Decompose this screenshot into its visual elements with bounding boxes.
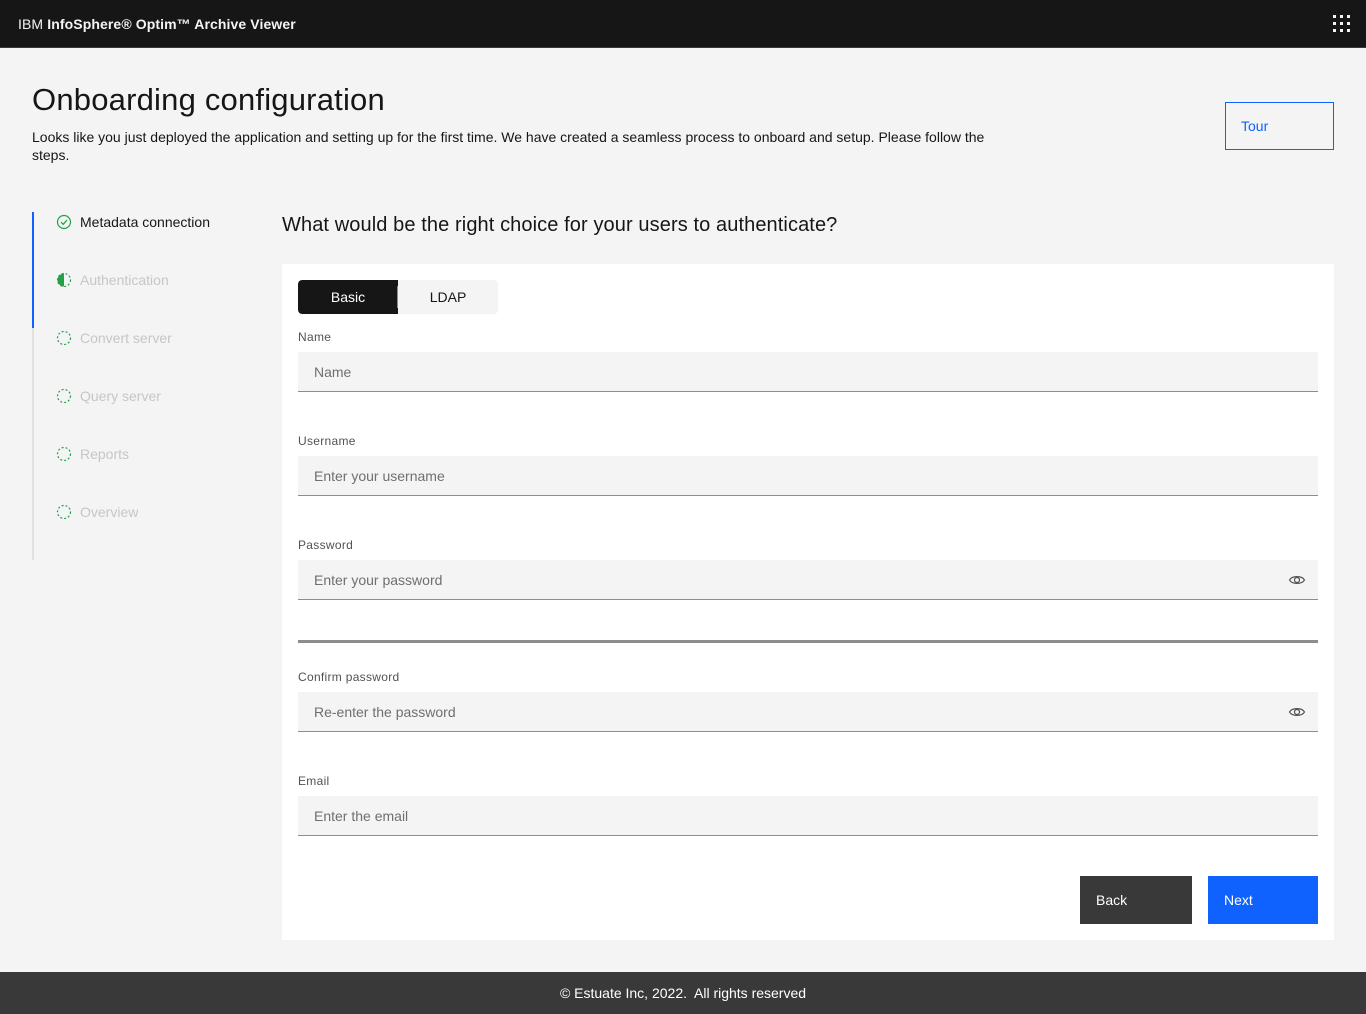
confirm-password-label: Confirm password — [298, 670, 400, 684]
password-input[interactable] — [298, 560, 1318, 600]
step-reports[interactable]: Reports — [56, 442, 129, 466]
step-label: Query server — [80, 388, 161, 404]
copyright-text: © Estuate Inc, 2022. All rights reserved — [559, 985, 807, 1001]
dashed-circle-icon — [56, 388, 72, 404]
next-button[interactable]: Next — [1208, 876, 1318, 924]
step-label: Metadata connection — [80, 214, 210, 230]
auth-question: What would be the right choice for your … — [282, 214, 838, 236]
page-description: Looks like you just deployed the applica… — [32, 129, 985, 163]
password-label: Password — [298, 538, 354, 552]
password-strength-meter — [298, 640, 1318, 643]
product-name: InfoSphere® Optim™ Archive Viewer — [47, 15, 296, 32]
step-label: Overview — [80, 504, 139, 520]
step-query-server[interactable]: Query server — [56, 384, 161, 408]
step-label: Authentication — [80, 272, 169, 288]
step-label: Convert server — [80, 330, 172, 346]
view-password-icon[interactable] — [1288, 571, 1306, 589]
checkmark-outline-icon — [56, 214, 72, 230]
footer: © Estuate Inc, 2022. All rights reserved — [0, 972, 1366, 1014]
back-button[interactable]: Back — [1080, 876, 1192, 924]
page-title: Onboarding configuration — [32, 82, 385, 117]
view-password-icon[interactable] — [1288, 703, 1306, 721]
email-input[interactable] — [298, 796, 1318, 836]
name-label: Name — [298, 330, 332, 344]
step-overview[interactable]: Overview — [56, 500, 138, 524]
dashed-circle-icon — [56, 504, 72, 520]
confirm-password-input[interactable] — [298, 692, 1318, 732]
dashed-circle-icon — [56, 330, 72, 346]
switch-basic[interactable]: Basic — [298, 280, 398, 314]
app-switcher-grid-icon[interactable] — [1332, 14, 1352, 34]
progress-track-active — [32, 212, 34, 328]
step-convert-server[interactable]: Convert server — [56, 326, 172, 350]
auth-type-switcher: Basic LDAP — [298, 280, 498, 314]
progress-indicator: Metadata connection Authentication Conve… — [32, 212, 252, 560]
auth-form-card: Basic LDAP Name Username Password Confir… — [282, 264, 1334, 940]
step-authentication[interactable]: Authentication — [56, 268, 169, 292]
switch-ldap[interactable]: LDAP — [398, 280, 498, 314]
product-brand[interactable]: IBM InfoSphere® Optim™ Archive Viewer — [18, 16, 296, 32]
brand-prefix: IBM — [18, 15, 44, 32]
name-input[interactable] — [298, 352, 1318, 392]
username-label: Username — [298, 434, 356, 448]
username-input[interactable] — [298, 456, 1318, 496]
top-header: IBM InfoSphere® Optim™ Archive Viewer — [0, 0, 1366, 48]
step-label: Reports — [80, 446, 130, 462]
dashed-circle-icon — [56, 446, 72, 462]
half-circle-in-progress-icon — [56, 272, 72, 288]
step-metadata-connection[interactable]: Metadata connection — [56, 210, 210, 234]
tour-button[interactable]: Tour — [1225, 102, 1334, 150]
email-label: Email — [298, 774, 330, 788]
